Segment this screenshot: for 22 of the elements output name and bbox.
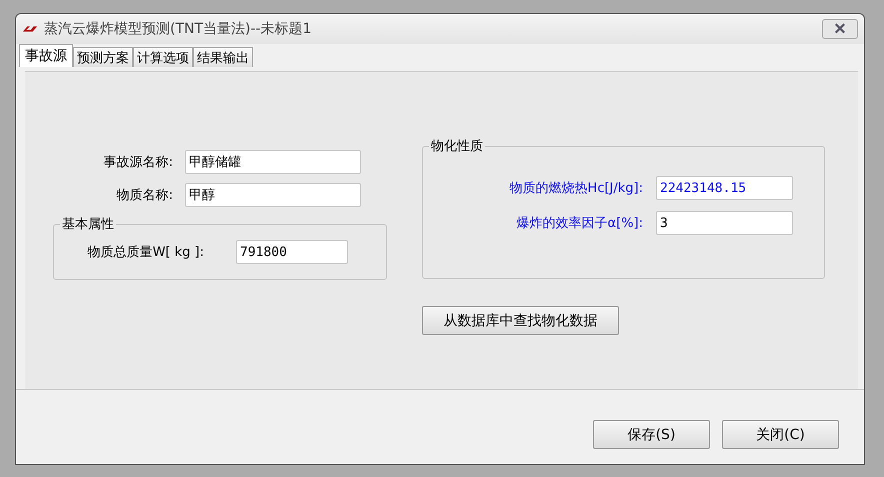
field-label: 爆炸的效率因子α[%]: [516, 215, 643, 232]
field-label: 物质总质量W[ kg ]: [86, 244, 204, 261]
input-field[interactable]: 22423148.15 [656, 176, 793, 200]
window-title: 蒸汽云爆炸模型预测(TNT当量法)--未标题1 [44, 20, 313, 38]
field-label: 物质的燃烧热Hc[J/kg]: [508, 180, 643, 197]
dialog-button[interactable]: 保存(S) [593, 420, 710, 449]
lookup-button[interactable]: 从数据库中查找物化数据 [422, 306, 619, 335]
input-field[interactable]: 791800 [236, 240, 348, 264]
close-button[interactable]: × [822, 19, 858, 39]
group-title: 物化性质 [430, 138, 484, 155]
field-label: 物质名称: [116, 187, 173, 204]
input-field[interactable]: 3 [656, 211, 793, 235]
group-title: 基本属性 [61, 216, 115, 233]
tab[interactable]: 计算选项 [133, 47, 193, 67]
dialog-button[interactable]: 关闭(C) [722, 420, 839, 449]
tab[interactable]: 结果输出 [193, 47, 253, 67]
tab[interactable]: 预测方案 [73, 47, 133, 67]
input-field[interactable]: 甲醇储罐 [185, 150, 361, 174]
tab[interactable]: 事故源 [19, 44, 73, 67]
logo-icon [22, 24, 38, 34]
field-label: 事故源名称: [102, 154, 173, 171]
input-field[interactable]: 甲醇 [185, 183, 361, 207]
